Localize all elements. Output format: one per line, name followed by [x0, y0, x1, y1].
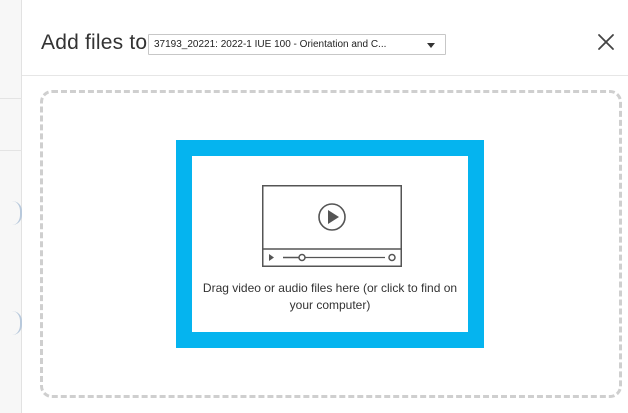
close-icon [598, 34, 614, 50]
folder-select[interactable]: 37193_20221: 2022-1 IUE 100 - Orientatio… [148, 34, 446, 55]
background-item-edge [12, 311, 22, 335]
background-divider [0, 150, 22, 151]
dropzone-instructions: Drag video or audio files here (or click… [202, 281, 458, 312]
background-item-edge [12, 201, 22, 225]
dialog-title: Add files to [41, 31, 148, 54]
add-files-dialog: Add files to 37193_20221: 2022-1 IUE 100… [22, 0, 628, 413]
chevron-down-icon [427, 43, 435, 48]
close-button[interactable] [594, 30, 618, 54]
background-divider [0, 98, 22, 99]
video-player-icon [262, 185, 402, 267]
dialog-header: Add files to 37193_20221: 2022-1 IUE 100… [22, 0, 628, 76]
background-page-edge [0, 0, 22, 413]
folder-select-value: 37193_20221: 2022-1 IUE 100 - Orientatio… [154, 39, 387, 50]
